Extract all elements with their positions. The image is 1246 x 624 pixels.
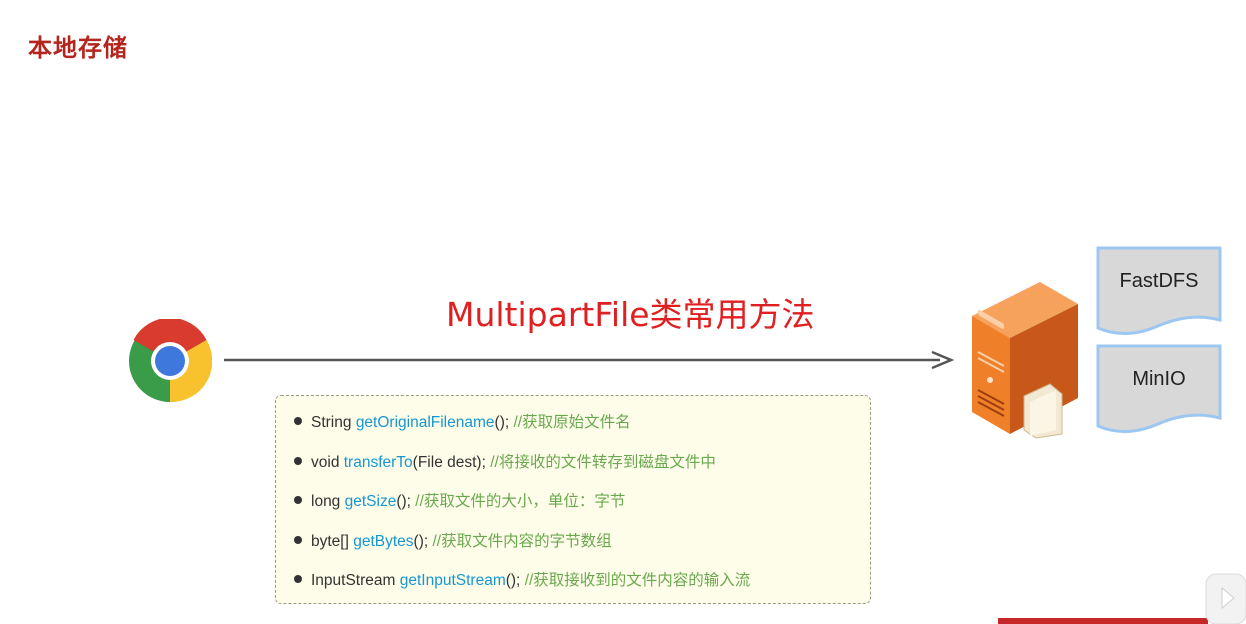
method-params: ();	[413, 532, 429, 550]
method-name: getBytes	[353, 532, 414, 550]
method-return-type: byte[]	[311, 532, 349, 550]
method-params: (File dest);	[412, 453, 486, 471]
bullet-icon	[294, 417, 302, 425]
bullet-icon	[294, 535, 302, 544]
arrow-icon	[224, 350, 954, 370]
method-return-type: InputStream	[311, 572, 396, 589]
chrome-icon	[129, 319, 212, 403]
method-return-type: void	[311, 453, 340, 471]
method-name: getInputStream	[399, 572, 506, 589]
bullet-icon	[294, 456, 302, 465]
fastdfs-label: FastDFS	[1119, 270, 1199, 292]
page-title: 本地存储	[28, 34, 128, 62]
method-item: void transferTo(File dest); //将接收的文件转存到磁…	[294, 450, 870, 490]
method-params: ();	[396, 493, 411, 510]
method-params: ();	[505, 572, 521, 589]
minio-card: MinIO	[1096, 344, 1222, 436]
diagram-headline: MultipartFile类常用方法	[446, 295, 815, 334]
fastdfs-card: FastDFS	[1096, 246, 1222, 338]
corner-bar	[998, 618, 1208, 624]
method-name: transferTo	[343, 453, 413, 471]
method-item: String getOriginalFilename(); //获取原始文件名	[294, 410, 870, 450]
method-return-type: String	[311, 414, 352, 431]
methods-list: String getOriginalFilename(); //获取原始文件名 …	[275, 395, 871, 604]
bullet-icon	[294, 496, 302, 504]
method-name: getSize	[344, 493, 397, 510]
method-comment: //获取接收到的文件内容的输入流	[524, 572, 751, 589]
minio-label: MinIO	[1132, 368, 1186, 390]
server-icon	[972, 282, 1078, 439]
method-return-type: long	[311, 493, 341, 510]
method-comment: //获取文件内容的字节数组	[432, 532, 612, 550]
bullet-icon	[294, 575, 302, 583]
method-comment: //将接收的文件转存到磁盘文件中	[490, 453, 716, 471]
method-item: InputStream getInputStream(); //获取接收到的文件…	[294, 568, 870, 608]
method-params: ();	[494, 414, 510, 431]
method-comment: //获取原始文件名	[513, 414, 631, 431]
method-comment: //获取文件的大小，单位：字节	[415, 493, 626, 510]
method-item: byte[] getBytes(); //获取文件内容的字节数组	[294, 529, 870, 569]
method-item: long getSize(); //获取文件的大小，单位：字节	[294, 489, 870, 529]
method-name: getOriginalFilename	[355, 414, 495, 431]
player-corner-icon[interactable]	[1202, 570, 1246, 624]
